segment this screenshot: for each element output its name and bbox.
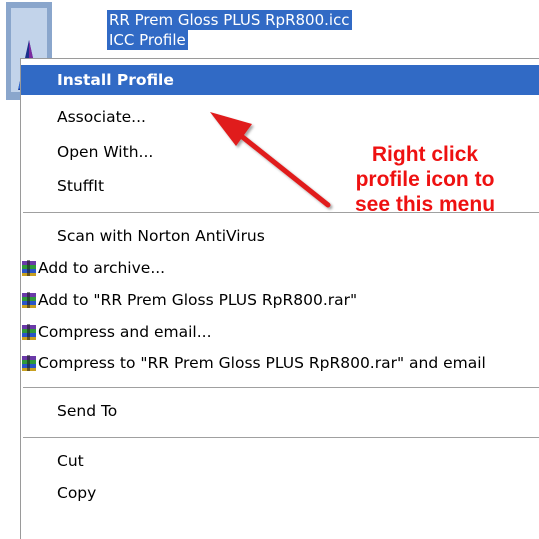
menu-item-label: Open With... xyxy=(57,143,154,161)
menu-item-scan-norton[interactable]: Scan with Norton AntiVirus xyxy=(21,221,539,251)
annotation-line: profile icon to xyxy=(355,168,495,191)
menu-item-label: Compress and email... xyxy=(38,323,212,341)
winrar-icon xyxy=(22,260,36,276)
menu-item-copy[interactable]: Copy xyxy=(21,478,539,508)
menu-item-label: Associate... xyxy=(57,108,146,126)
menu-item-label: Add to "RR Prem Gloss PLUS RpR800.rar" xyxy=(38,291,358,309)
menu-separator xyxy=(23,387,539,388)
context-menu: Install Profile Associate... Open With..… xyxy=(20,58,539,539)
annotation-text: Right click profile icon to see this men… xyxy=(325,142,525,217)
menu-item-send-to[interactable]: Send To xyxy=(21,396,539,426)
file-type-label[interactable]: ICC Profile xyxy=(107,30,188,50)
winrar-icon xyxy=(22,292,36,308)
menu-item-compress-email[interactable]: Compress and email... xyxy=(21,317,539,347)
menu-item-label: Add to archive... xyxy=(38,259,166,277)
annotation-line: see this menu xyxy=(354,193,496,216)
menu-separator xyxy=(23,437,539,438)
menu-item-add-to-archive[interactable]: Add to archive... xyxy=(21,253,539,283)
menu-item-compress-to-rar-email[interactable]: Compress to "RR Prem Gloss PLUS RpR800.r… xyxy=(21,348,539,378)
winrar-icon xyxy=(22,355,36,371)
menu-item-cut[interactable]: Cut xyxy=(21,446,539,476)
winrar-icon xyxy=(22,324,36,340)
menu-item-label: Copy xyxy=(57,484,97,502)
menu-item-associate[interactable]: Associate... xyxy=(21,102,539,132)
menu-item-label: Send To xyxy=(57,402,118,420)
menu-item-label: Compress to "RR Prem Gloss PLUS RpR800.r… xyxy=(38,354,486,372)
menu-item-label: Cut xyxy=(57,452,84,470)
menu-item-label: Scan with Norton AntiVirus xyxy=(57,227,265,245)
menu-item-add-to-rar[interactable]: Add to "RR Prem Gloss PLUS RpR800.rar" xyxy=(21,285,539,315)
file-name-label[interactable]: RR Prem Gloss PLUS RpR800.icc xyxy=(107,10,352,30)
menu-item-install-profile[interactable]: Install Profile xyxy=(21,65,539,95)
menu-item-label: StuffIt xyxy=(57,177,105,195)
menu-item-label: Install Profile xyxy=(57,71,174,89)
annotation-line: Right click xyxy=(371,143,479,166)
